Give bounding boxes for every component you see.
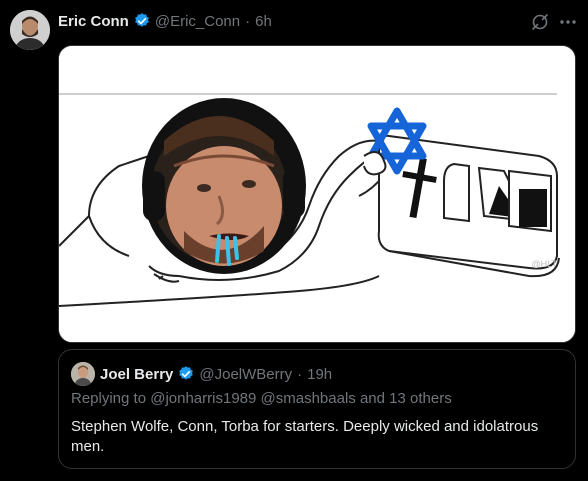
quote-author-avatar[interactable] <box>71 362 95 386</box>
media-watermark: @HLT <box>531 259 557 269</box>
mention-link[interactable]: @smashbaals <box>261 390 356 407</box>
tweet-header: Eric Conn @Eric_Conn · 6h <box>58 10 272 32</box>
avatar-image <box>10 10 50 50</box>
author-avatar[interactable] <box>10 10 50 50</box>
meme-illustration <box>59 46 575 342</box>
quote-author-handle[interactable]: @JoelWBerry <box>199 366 292 383</box>
replying-prefix: Replying to <box>71 390 147 407</box>
replying-to-line: Replying to @jonharris1989 @smashbaals a… <box>71 390 452 407</box>
author-name[interactable]: Eric Conn <box>58 13 129 30</box>
replying-suffix[interactable]: and 13 others <box>360 390 452 407</box>
author-handle[interactable]: @Eric_Conn <box>155 13 240 30</box>
quote-avatar-image <box>71 362 95 386</box>
verified-badge-icon <box>135 13 149 27</box>
tweet-timestamp[interactable]: 6h <box>255 13 272 30</box>
separator-dot: · <box>245 12 251 30</box>
more-horizontal-icon[interactable] <box>558 12 578 32</box>
quote-author-name[interactable]: Joel Berry <box>100 366 173 383</box>
quote-text: Stephen Wolfe, Conn, Torba for starters.… <box>71 418 539 455</box>
quote-verified-badge-icon <box>179 366 194 380</box>
tweet-media-image[interactable]: @HLT <box>58 45 576 343</box>
quoted-tweet[interactable]: Joel Berry @JoelWBerry · 19h Replying to… <box>58 349 576 469</box>
mention-link[interactable]: @jonharris1989 <box>150 390 256 407</box>
quote-separator-dot: · <box>297 365 303 383</box>
quote-header: Joel Berry @JoelWBerry · 19h <box>71 362 332 386</box>
grok-icon[interactable] <box>530 12 550 32</box>
quote-timestamp[interactable]: 19h <box>307 366 332 383</box>
